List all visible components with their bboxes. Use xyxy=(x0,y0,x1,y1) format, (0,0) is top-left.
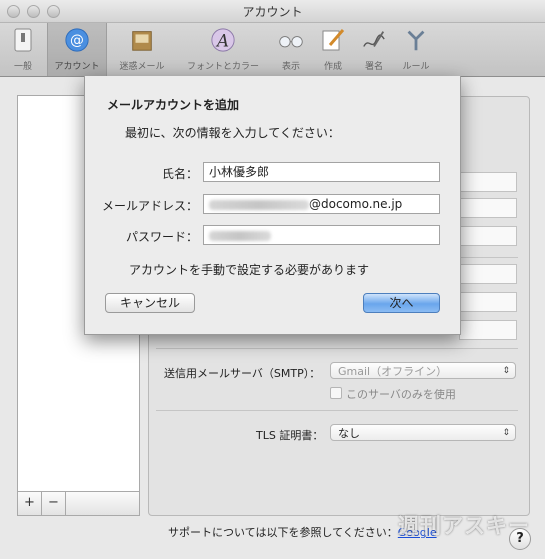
detail-field[interactable] xyxy=(459,226,517,246)
toolbar-label: フォントとカラー xyxy=(186,62,259,72)
email-field[interactable]: @docomo.ne.jp xyxy=(203,194,440,214)
remove-account-button[interactable]: − xyxy=(42,492,66,515)
junk-mail-icon xyxy=(129,27,155,53)
name-label: 氏名： xyxy=(161,167,198,181)
popup-arrows-icon: ⇕ xyxy=(502,428,510,438)
email-label: メールアドレス： xyxy=(101,199,198,213)
rules-icon xyxy=(403,27,429,53)
detail-field[interactable] xyxy=(459,198,517,218)
toolbar-rules[interactable]: ルール xyxy=(398,23,434,76)
toolbar-label: 作成 xyxy=(323,62,342,72)
full-name-field[interactable]: 小林優多郎 xyxy=(203,162,440,182)
svg-text:A: A xyxy=(215,31,229,51)
cancel-button[interactable]: キャンセル xyxy=(105,293,195,313)
password-field[interactable] xyxy=(203,225,440,245)
toolbar-label: アカウント xyxy=(54,62,100,72)
tls-value: なし xyxy=(338,427,360,440)
toolbar-label: ルール xyxy=(402,62,430,72)
detail-field[interactable] xyxy=(459,292,517,312)
divider xyxy=(156,348,518,349)
password-label: パスワード： xyxy=(125,230,198,244)
compose-icon xyxy=(320,27,346,53)
tls-certificate-popup[interactable]: なし ⇕ xyxy=(330,424,516,441)
password-redacted xyxy=(209,230,271,241)
toolbar-accounts[interactable]: @ アカウント xyxy=(47,23,107,76)
add-account-sheet: メールアカウントを追加 最初に、次の情報を入力してください： 氏名： 小林優多郎… xyxy=(84,76,461,335)
detail-field[interactable] xyxy=(459,264,517,284)
email-redacted xyxy=(209,199,309,210)
at-sign-icon: @ xyxy=(64,27,90,53)
help-button[interactable]: ? xyxy=(509,528,531,550)
smtp-server-value: Gmail（オフライン） xyxy=(338,365,448,378)
detail-field[interactable] xyxy=(459,172,517,192)
glasses-icon xyxy=(278,27,304,53)
toolbar-fonts-colors[interactable]: A フォントとカラー xyxy=(178,23,268,76)
manual-setup-note: アカウントを手動で設定する必要があります xyxy=(129,263,370,277)
svg-text:@: @ xyxy=(70,33,84,49)
toolbar-label: 署名 xyxy=(364,62,383,72)
detail-field[interactable] xyxy=(459,320,517,340)
tls-label: TLS 証明書： xyxy=(256,429,324,442)
font-icon: A xyxy=(210,27,236,53)
smtp-only-label: このサーバのみを使用 xyxy=(346,388,456,401)
sheet-title: メールアカウントを追加 xyxy=(107,98,240,112)
support-text: サポートについては以下を参照してください： xyxy=(168,526,398,539)
smtp-label: 送信用メールサーバ（SMTP）： xyxy=(164,367,321,380)
add-account-button[interactable]: + xyxy=(18,492,42,515)
smtp-server-popup[interactable]: Gmail（オフライン） ⇕ xyxy=(330,362,516,379)
toolbar-general[interactable]: 一般 xyxy=(8,23,38,76)
toolbar-signatures[interactable]: 署名 xyxy=(356,23,392,76)
title-bar: アカウント xyxy=(0,0,545,23)
divider xyxy=(156,410,518,411)
toolbar-label: 一般 xyxy=(13,62,32,72)
window-title: アカウント xyxy=(242,5,303,19)
signature-icon xyxy=(361,27,387,53)
toolbar-junk-mail[interactable]: 迷惑メール xyxy=(112,23,172,76)
smtp-only-checkbox[interactable] xyxy=(330,387,342,399)
sheet-subtitle: 最初に、次の情報を入力してください： xyxy=(125,126,340,140)
email-domain: @docomo.ne.jp xyxy=(309,197,403,211)
switch-icon xyxy=(10,27,36,53)
toolbar-composing[interactable]: 作成 xyxy=(316,23,350,76)
preferences-window: アカウント 一般 @ アカウント 迷惑メール A フォントとカラー 表示 作成 … xyxy=(0,0,545,559)
toolbar-label: 迷惑メール xyxy=(119,62,165,72)
popup-arrows-icon: ⇕ xyxy=(502,366,510,376)
next-button[interactable]: 次へ xyxy=(363,293,440,313)
toolbar-viewing[interactable]: 表示 xyxy=(274,23,308,76)
support-footer: サポートについては以下を参照してください：Google xyxy=(168,524,437,540)
toolbar-label: 表示 xyxy=(281,62,300,72)
toolbar: 一般 @ アカウント 迷惑メール A フォントとカラー 表示 作成 署名 ルール xyxy=(0,23,545,77)
account-list-controls: + − xyxy=(17,491,140,516)
